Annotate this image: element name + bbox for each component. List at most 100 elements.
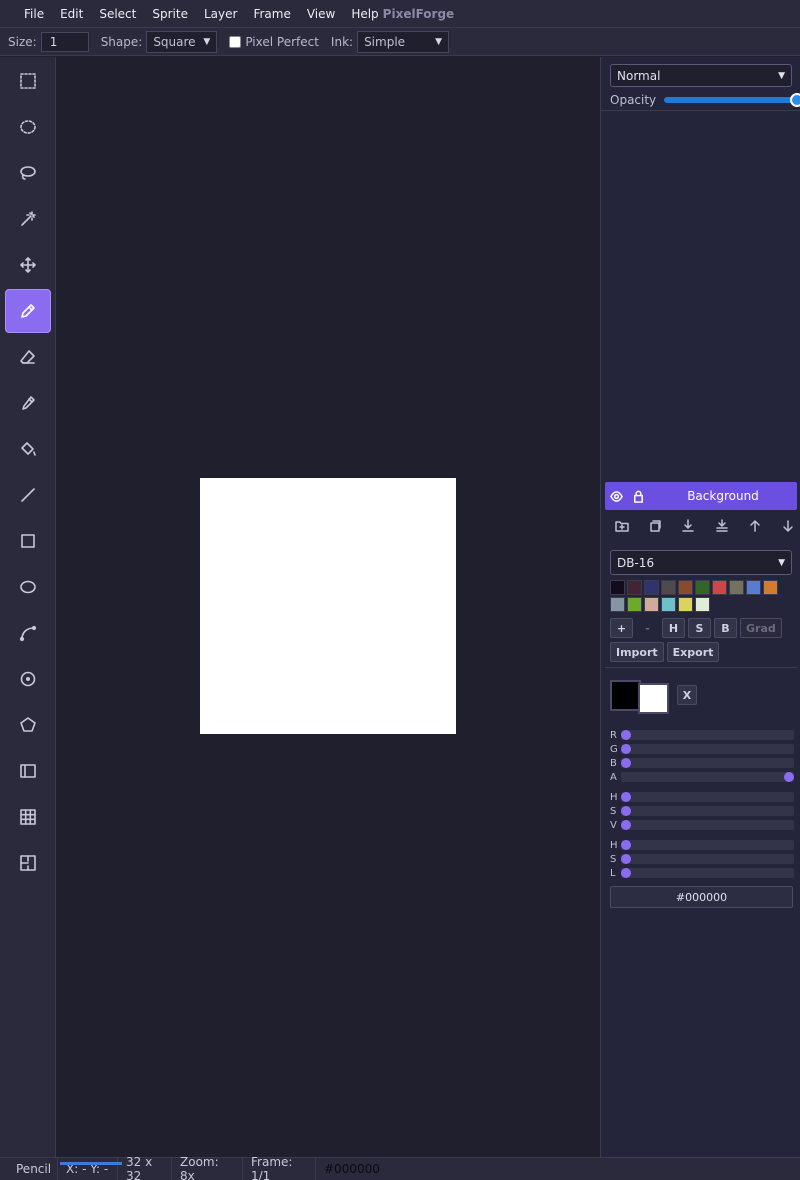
tool-eyedropper[interactable] (5, 381, 51, 425)
palette-select[interactable]: DB-16 ▼ (610, 550, 792, 575)
palette-swatch[interactable] (610, 580, 625, 595)
export-palette-button[interactable]: Export (666, 642, 720, 662)
remove-color-button[interactable]: - (636, 618, 659, 638)
move-layer-up-button[interactable] (748, 519, 762, 537)
tool-lasso[interactable] (5, 151, 51, 195)
polygon-icon (20, 717, 36, 732)
slider-knob[interactable] (621, 744, 631, 754)
palette-swatch[interactable] (763, 580, 778, 595)
gradient-button[interactable]: Grad (740, 618, 782, 638)
slider-knob[interactable] (621, 730, 631, 740)
slider-hsl-s: S (610, 853, 794, 865)
tool-curve[interactable] (5, 611, 51, 655)
tool-ellipse[interactable] (5, 565, 51, 609)
move-layer-down-button[interactable] (781, 519, 795, 537)
hex-color-input[interactable]: #000000 (610, 886, 793, 908)
palette-swatch[interactable] (627, 580, 642, 595)
blend-mode-select[interactable]: Normal ▼ (610, 64, 792, 87)
slider-track[interactable] (621, 772, 794, 782)
palette-swatch[interactable] (746, 580, 761, 595)
merge-down-button[interactable] (681, 519, 695, 537)
slider-knob[interactable] (621, 758, 631, 768)
menu-edit[interactable]: Edit (52, 0, 91, 28)
swap-colors-button[interactable]: X (677, 685, 697, 705)
slider-track[interactable] (621, 806, 794, 816)
sort-saturation-button[interactable]: S (688, 618, 711, 638)
size-input[interactable]: 1 (40, 31, 89, 52)
slider-track[interactable] (621, 854, 794, 864)
slider-knob[interactable] (621, 792, 631, 802)
menu-select[interactable]: Select (91, 0, 144, 28)
tool-magic-wand[interactable] (5, 197, 51, 241)
slider-track[interactable] (621, 868, 794, 878)
tool-eraser[interactable] (5, 335, 51, 379)
slider-track[interactable] (621, 730, 794, 740)
palette-swatch[interactable] (678, 597, 693, 612)
tool-move[interactable] (5, 243, 51, 287)
tool-line[interactable] (5, 473, 51, 517)
foreground-color-swatch[interactable] (610, 680, 641, 711)
slider-knob[interactable] (621, 806, 631, 816)
menu-help[interactable]: Help (343, 0, 382, 28)
tool-sidebar (0, 57, 56, 1157)
menu-file[interactable]: File (16, 0, 52, 28)
slider-knob[interactable] (784, 772, 794, 782)
menu-sprite[interactable]: Sprite (144, 0, 196, 28)
background-color-swatch[interactable] (638, 683, 669, 714)
slider-knob[interactable] (621, 840, 631, 850)
sprite-canvas[interactable] (200, 478, 456, 734)
palette-swatch[interactable] (661, 597, 676, 612)
slider-track[interactable] (621, 744, 794, 754)
shape-select[interactable]: Square ▼ (146, 30, 218, 53)
slider-knob[interactable] (621, 868, 631, 878)
slider-knob[interactable] (621, 854, 631, 864)
menu-view[interactable]: View (299, 0, 343, 28)
duplicate-layer-button[interactable] (648, 519, 662, 537)
palette-swatch[interactable] (729, 580, 744, 595)
opacity-slider-thumb[interactable] (790, 93, 800, 107)
slider-track[interactable] (621, 792, 794, 802)
menu-frame[interactable]: Frame (245, 0, 298, 28)
eyedropper-icon (22, 396, 35, 410)
visibility-eye-icon[interactable] (605, 490, 627, 503)
tool-polygon[interactable] (5, 703, 51, 747)
duplicate-icon (650, 520, 661, 532)
tool-radial[interactable] (5, 657, 51, 701)
tool-pencil[interactable] (5, 289, 51, 333)
tool-rect-select[interactable] (5, 59, 51, 103)
palette-swatch[interactable] (661, 580, 676, 595)
add-color-button[interactable]: + (610, 618, 633, 638)
new-group-button[interactable] (615, 519, 629, 537)
palette-swatch[interactable] (627, 597, 642, 612)
sort-brightness-button[interactable]: B (714, 618, 737, 638)
layer-row-background[interactable]: Background (605, 482, 797, 510)
flatten-button[interactable] (715, 519, 729, 537)
slider-track[interactable] (621, 758, 794, 768)
status-zoom: Zoom: 8x (172, 1155, 243, 1180)
palette-swatch[interactable] (644, 580, 659, 595)
tool-grid[interactable] (5, 795, 51, 839)
tool-rectangle[interactable] (5, 519, 51, 563)
opacity-slider[interactable] (664, 93, 800, 107)
palette-swatch[interactable] (695, 580, 710, 595)
palette-swatch[interactable] (712, 580, 727, 595)
menu-layer[interactable]: Layer (196, 0, 245, 28)
tool-columns[interactable] (5, 749, 51, 793)
tool-slice[interactable] (5, 841, 51, 885)
import-palette-button[interactable]: Import (610, 642, 664, 662)
slice-icon (20, 855, 36, 871)
slider-track[interactable] (621, 820, 794, 830)
slider-knob[interactable] (621, 820, 631, 830)
sort-hue-button[interactable]: H (662, 618, 685, 638)
palette-swatch[interactable] (695, 597, 710, 612)
tool-fill[interactable] (5, 427, 51, 471)
palette-swatch[interactable] (644, 597, 659, 612)
canvas-area[interactable] (56, 57, 600, 1157)
slider-track[interactable] (621, 840, 794, 850)
tool-ellipse-select[interactable] (5, 105, 51, 149)
palette-swatch[interactable] (610, 597, 625, 612)
lock-icon[interactable] (627, 490, 649, 503)
ink-select[interactable]: Simple ▼ (357, 30, 450, 53)
palette-swatch[interactable] (678, 580, 693, 595)
pixel-perfect-checkbox[interactable] (229, 35, 242, 48)
